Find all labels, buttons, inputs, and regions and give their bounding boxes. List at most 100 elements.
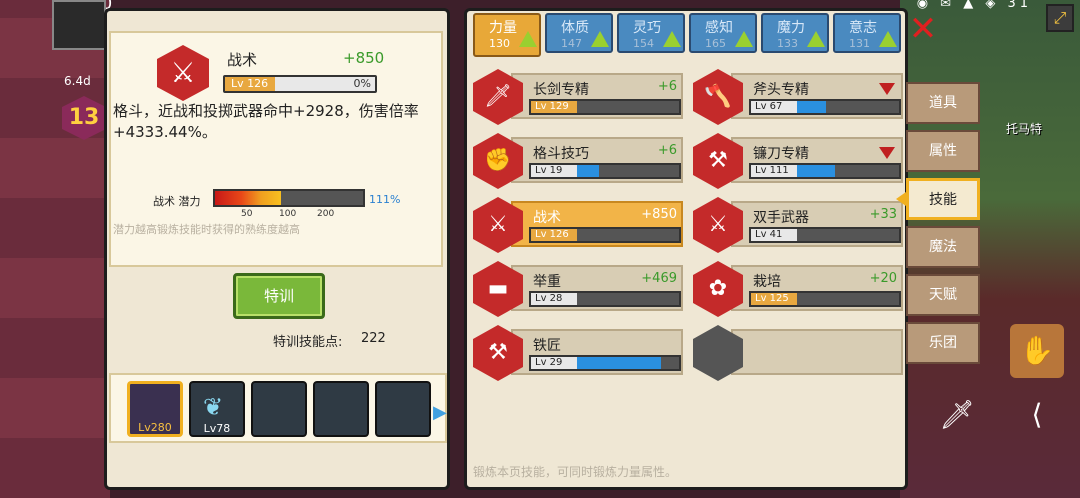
tactics-icon: ⚔ [157,45,209,101]
skill-description: 格斗，近战和投掷武器命中+2928，伤害倍率+4333.44%。 [113,102,419,141]
skill-progress-bar: Lv 125 [749,291,901,307]
side-menu-item[interactable]: 技能 [906,178,980,220]
skill-card[interactable]: 🗡 长剑专精 +6 Lv 129 [473,69,683,125]
stat-up-icon [735,31,753,47]
skill-card[interactable]: ⚒ 镰刀专精 Lv 111 [693,133,903,189]
skill-card-body: 长剑专精 +6 Lv 129 [511,73,683,119]
skill-card-body: 斧头专精 Lv 67 [731,73,903,119]
skill-card[interactable]: ✿ 栽培 +20 Lv 125 [693,261,903,317]
hero-slot[interactable]: ❦ Lv78 [189,381,245,437]
side-menu-item[interactable]: 乐团 [906,322,980,364]
skill-name: 格斗技巧 [533,146,589,162]
close-icon[interactable]: ✕ [906,12,940,46]
skill-name: 双手武器 [753,210,809,226]
skill-level: Lv 19 [531,165,577,177]
detail-level: Lv 126 [225,77,277,91]
potential-label: 战术 潜力 [153,195,201,208]
stat-up-icon [591,31,609,47]
stat-up-icon [519,31,537,47]
skill-name: 铁匠 [533,338,561,354]
skill-card[interactable]: 🪓 斧头专精 Lv 67 [693,69,903,125]
stat-tab-value: 147 [561,37,582,50]
stat-up-icon [663,31,681,47]
hero-slot[interactable]: Lv280 [127,381,183,437]
stat-tab-value: 131 [849,37,870,50]
stat-tab-value: 154 [633,37,654,50]
stat-tab-name: 意志 [849,20,877,36]
skill-progress-bar: Lv 67 [749,99,901,115]
stat-up-icon [807,31,825,47]
potential-percent: 111% [369,193,401,206]
down-arrow-icon [879,83,895,95]
stat-tab[interactable]: 灵巧 154 [617,13,685,53]
potential-tick: 200 [317,209,335,219]
sword-action-icon[interactable]: 🗡 [930,388,984,442]
side-menu-item[interactable]: 天赋 [906,274,980,316]
fullscreen-icon[interactable]: ⤢ [1046,4,1074,32]
potential-fill [215,191,281,205]
hud-stat: 6.4d [64,74,91,88]
skill-progress-bar: Lv 111 [749,163,901,179]
skill-name: 战术 [533,210,561,226]
butterfly-icon: ❦ [203,393,224,421]
stat-tab[interactable]: 力量 130 [473,13,541,57]
skill-name: 斧头专精 [753,82,809,98]
stat-tab-value: 133 [777,37,798,50]
skill-progress-fill [577,357,661,369]
stat-tab[interactable]: 魔力 133 [761,13,829,53]
skill-bonus: +6 [657,143,677,158]
hero-slot[interactable] [313,381,369,437]
skill-level: Lv 28 [531,293,577,305]
stat-tab[interactable]: 感知 165 [689,13,757,53]
skill-level: Lv 41 [751,229,797,241]
skill-bonus: +469 [641,271,677,286]
training-points-label: 特训技能点: [273,335,343,350]
hero-selector: Lv280 ❦ Lv78 ▶ [109,373,447,443]
skill-level: Lv 126 [531,229,577,241]
skill-progress-bar: Lv 28 [529,291,681,307]
hero-slot[interactable] [251,381,307,437]
skill-card[interactable]: ▬ 举重 +469 Lv 28 [473,261,683,317]
skill-card[interactable]: ⚒ 铁匠 Lv 29 [473,325,683,381]
skill-progress-bar: Lv 29 [529,355,681,371]
skill-card-body: 举重 +469 Lv 28 [511,265,683,311]
map-label: 托马特 [1005,122,1042,136]
hero-slot[interactable] [375,381,431,437]
down-arrow-icon [879,147,895,159]
skill-detail-box: ⚔ 战术 +850 Lv 126 0% 格斗，近战和投掷武器命中+2928，伤害… [109,31,443,267]
side-menu-item[interactable]: 道具 [906,82,980,124]
player-avatar[interactable] [52,0,106,50]
skill-bonus: +850 [641,207,677,222]
skill-card-body: 战术 +850 Lv 126 [511,201,683,247]
stat-tab[interactable]: 体质 147 [545,13,613,53]
skill-card[interactable]: ⚔ 战术 +850 Lv 126 [473,197,683,253]
skill-progress-bar: Lv 41 [749,227,901,243]
skill-level: Lv 29 [531,357,577,369]
skill-level: Lv 67 [751,101,797,113]
game-world-left [0,0,110,498]
side-menu-item[interactable]: 属性 [906,130,980,172]
hand-icon[interactable]: ✋ [1010,324,1064,378]
skill-bonus: +6 [657,79,677,94]
special-training-button[interactable]: 特训 [233,273,325,319]
stat-tab-value: 165 [705,37,726,50]
bow-action-icon[interactable]: ⟨ [1010,388,1064,442]
detail-progress: 0% [275,77,375,91]
skill-card[interactable]: ✊ 格斗技巧 +6 Lv 19 [473,133,683,189]
skill-name: 举重 [533,274,561,290]
skill-card[interactable]: ⚔ 双手武器 +33 Lv 41 [693,197,903,253]
skill-progress-bar: Lv 126 [529,227,681,243]
detail-skill-bonus: +850 [343,49,385,67]
skill-name: 镰刀专精 [753,146,809,162]
potential-tick: 50 [241,209,253,219]
stat-tab-name: 灵巧 [633,20,661,36]
chevron-right-icon[interactable]: ▶ [433,401,447,425]
skill-card-body: 铁匠 Lv 29 [511,329,683,375]
side-menu-item[interactable]: 魔法 [906,226,980,268]
stat-tab[interactable]: 意志 131 [833,13,901,53]
skill-card[interactable] [693,325,903,381]
skills-panel: 力量 130 体质 147 灵巧 154 感知 165 魔力 133 意志 131 🗡 长剑专精 +6 Lv… [464,8,908,490]
skill-progress-bar: Lv 129 [529,99,681,115]
potential-tick: 100 [279,209,297,219]
skill-bonus: +20 [869,271,897,286]
